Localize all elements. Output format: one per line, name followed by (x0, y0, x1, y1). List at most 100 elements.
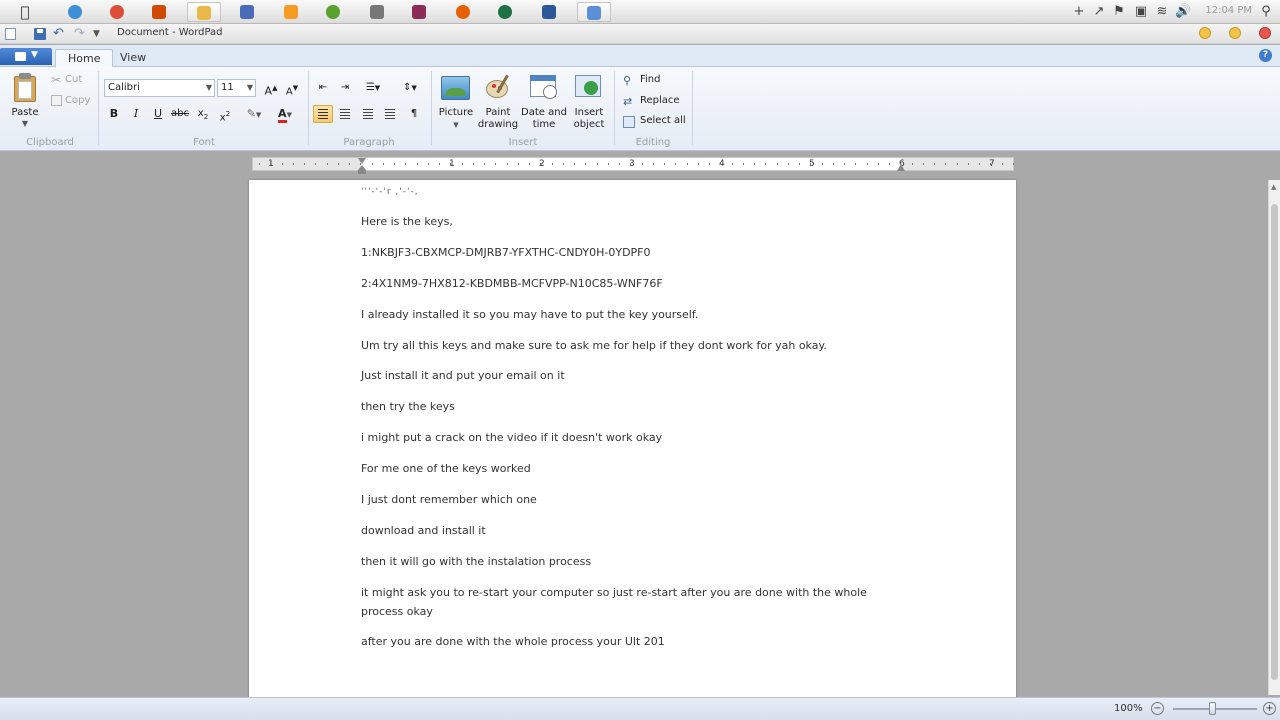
tab-view[interactable]: View (108, 49, 158, 68)
scroll-up-icon[interactable]: ▲ (1271, 183, 1276, 191)
line-spacing-button[interactable]: ⇕▼ (395, 79, 425, 97)
paste-dropdown-icon[interactable]: ▼ (6, 118, 44, 130)
apple-icon[interactable]:  (16, 3, 34, 21)
save-icon[interactable] (32, 26, 48, 42)
find-button[interactable]: Find (640, 74, 661, 85)
grow-font-button[interactable]: A▲ (261, 79, 281, 98)
arrow-icon[interactable]: ↗ (1091, 3, 1107, 21)
increase-indent-button[interactable]: ⇥ (335, 79, 355, 97)
shrink-font-button[interactable]: A▼ (282, 79, 302, 97)
right-indent-marker[interactable] (897, 164, 905, 171)
clock[interactable]: 12:04 PM (1205, 5, 1252, 16)
battery-icon[interactable]: ▣ (1133, 3, 1149, 21)
document-paragraph[interactable]: i might put a crack on the video if it d… (361, 429, 901, 448)
cut-button[interactable]: Cut (65, 74, 82, 85)
underline-button[interactable]: U (148, 105, 168, 123)
help-icon[interactable]: ? (1259, 49, 1272, 62)
decrease-indent-button[interactable]: ⇤ (313, 79, 333, 97)
taskbar-app[interactable] (489, 2, 523, 22)
insert-object-button[interactable]: Insert object (568, 107, 610, 131)
document-paragraph[interactable]: download and install it (361, 522, 901, 541)
undo-icon[interactable]: ↶ (53, 26, 69, 42)
text-color-button[interactable]: A▼ (271, 105, 299, 123)
italic-button[interactable]: I (126, 105, 146, 123)
tab-home[interactable]: Home (55, 49, 114, 68)
taskbar-app[interactable] (143, 2, 177, 22)
redo-icon[interactable]: ↷ (74, 26, 90, 42)
strikethrough-button[interactable]: abc (170, 105, 190, 123)
paste-icon[interactable] (13, 73, 37, 103)
taskbar-app[interactable] (59, 2, 93, 22)
document-paragraph[interactable]: 1:NKBJF3-CBXMCP-DMJRB7-YFXTHC-CNDY0H-0YD… (361, 244, 901, 263)
justify-button[interactable] (380, 105, 400, 123)
document-paragraph[interactable]: it might ask you to re-start your comput… (361, 584, 901, 621)
bullets-button[interactable]: ☰▼ (358, 79, 388, 97)
taskbar-app[interactable] (403, 2, 437, 22)
ruler[interactable]: 11234567 (252, 157, 1014, 174)
volume-icon[interactable]: 🔊 (1175, 3, 1191, 21)
align-center-button[interactable] (335, 105, 355, 123)
taskbar-app[interactable] (577, 2, 611, 22)
select-all-button[interactable]: Select all (640, 115, 686, 126)
insert-object-icon[interactable] (575, 75, 603, 101)
plus-icon[interactable]: + (1071, 3, 1087, 21)
zoom-in-button[interactable]: + (1263, 702, 1276, 715)
chevron-down-icon[interactable]: ▼ (436, 119, 476, 131)
zoom-out-button[interactable]: − (1151, 702, 1164, 715)
ruler-tick (957, 163, 958, 165)
bold-button[interactable]: B (104, 105, 124, 123)
close-button[interactable] (1259, 27, 1271, 39)
indent-marker[interactable] (358, 158, 366, 176)
customize-toolbar-icon[interactable]: ▼ (93, 26, 109, 42)
taskbar-app[interactable] (275, 2, 309, 22)
flag-icon[interactable]: ⚑ (1111, 3, 1127, 21)
document-paragraph[interactable]: Um try all this keys and make sure to as… (361, 337, 901, 356)
taskbar-app[interactable] (447, 2, 481, 22)
document-paragraph[interactable]: then try the keys (361, 398, 901, 417)
taskbar-app[interactable] (101, 2, 135, 22)
document-paragraph[interactable]: 2:4X1NM9-7HX812-KBDMBB-MCFVPP-N10C85-WNF… (361, 275, 901, 294)
picture-button[interactable]: Picture (436, 107, 476, 119)
paint-drawing-button[interactable]: Paint drawing (476, 107, 520, 131)
document-paragraph[interactable]: I already installed it so you may have t… (361, 306, 901, 325)
font-family-select[interactable]: Calibri ▼ (104, 79, 215, 97)
paragraph-settings-button[interactable]: ¶ (404, 105, 424, 123)
document-paragraph[interactable]: I just dont remember which one (361, 491, 901, 510)
taskbar-app[interactable] (317, 2, 351, 22)
zoom-slider-thumb[interactable] (1209, 702, 1216, 715)
document-page[interactable]: '''-'-'r ,'-'-, Here is the keys, 1:NKBJF… (249, 180, 1016, 700)
maximize-button[interactable] (1229, 27, 1241, 39)
taskbar-app[interactable] (187, 2, 221, 22)
xbox-icon (326, 5, 340, 19)
superscript-button[interactable]: x2 (215, 105, 235, 123)
date-time-icon[interactable] (530, 75, 558, 101)
vertical-scrollbar[interactable]: ▲ (1268, 180, 1280, 695)
picture-icon[interactable] (441, 76, 470, 100)
wifi-icon[interactable]: ≋ (1154, 3, 1170, 21)
document-paragraph[interactable]: Just install it and put your email on it (361, 367, 901, 386)
paint-drawing-icon[interactable] (484, 74, 512, 101)
search-icon[interactable]: ⚲ (1258, 3, 1274, 21)
align-left-button[interactable] (313, 105, 333, 123)
scrollbar-thumb[interactable] (1271, 204, 1278, 680)
copy-button[interactable]: Copy (65, 95, 90, 106)
date-time-button[interactable]: Date and time (520, 107, 568, 131)
ruler-tick (810, 163, 811, 165)
document-paragraph[interactable]: Here is the keys, (361, 213, 901, 232)
minimize-button[interactable] (1199, 27, 1211, 39)
document-paragraph[interactable]: For me one of the keys worked (361, 460, 901, 479)
align-right-button[interactable] (358, 105, 378, 123)
subscript-button[interactable]: x2 (193, 105, 213, 123)
chevron-down-icon: ▼ (205, 83, 212, 92)
document-paragraph[interactable]: then it will go with the instalation pro… (361, 553, 901, 572)
ruler-tick (799, 163, 800, 165)
taskbar-app[interactable] (533, 2, 567, 22)
font-size-select[interactable]: 11 ▼ (217, 79, 256, 97)
taskbar-app[interactable] (361, 2, 395, 22)
taskbar-app[interactable] (231, 2, 265, 22)
replace-button[interactable]: Replace (640, 95, 680, 106)
wordpad-icon[interactable] (3, 26, 19, 42)
highlight-color-button[interactable]: ✎▼ (240, 105, 268, 123)
document-paragraph[interactable]: after you are done with the whole proces… (361, 633, 901, 652)
file-menu-button[interactable]: ▼ (0, 48, 52, 65)
